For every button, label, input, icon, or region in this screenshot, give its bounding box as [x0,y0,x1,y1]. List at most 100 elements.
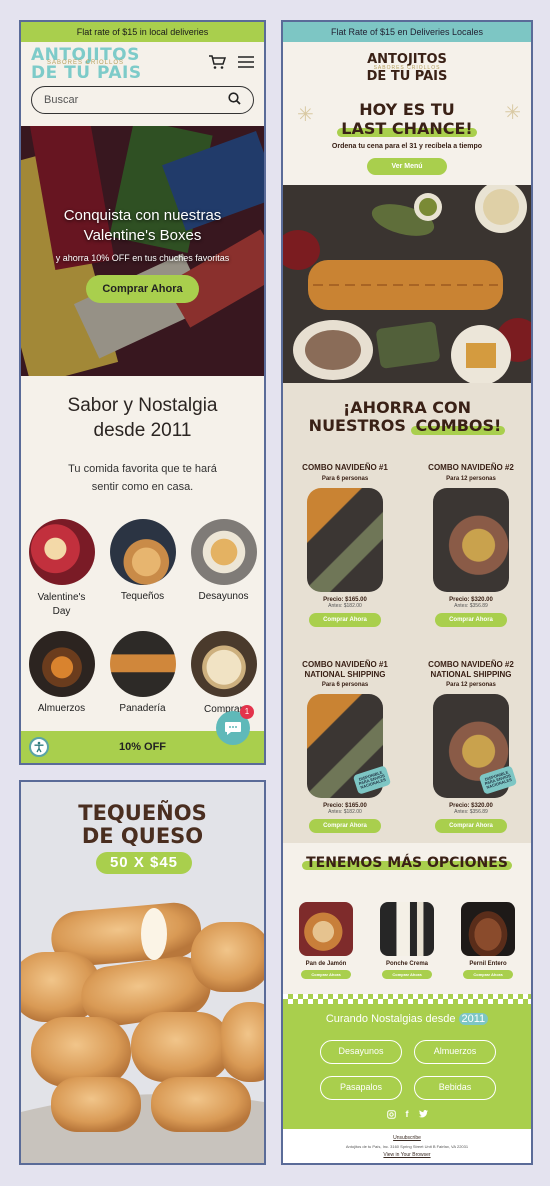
category-label: Almuerzos [37,703,86,714]
combo-people: Para 12 personas [446,682,496,689]
shipping-bar: Flat rate of $15 in local deliveries [21,22,264,42]
national-shipping-badge: DISPONIBLE PARA ENVIOS NACIONALES [352,765,392,795]
sparkle-icon: ✳ [504,102,521,124]
combo-image: DISPONIBLE PARA ENVIOS NACIONALES [307,694,392,799]
unsubscribe-link[interactable]: Unsubscribe [283,1135,531,1141]
cart-icon[interactable] [208,54,227,75]
tequenos-title-line2: DE QUESO [81,824,204,849]
category-image [190,631,257,697]
option-item: Pernil Entero Comprar Ahora [457,902,519,979]
sabor-sub-line2: sentir como en casa. [91,480,194,493]
tenemos-title: TENEMOS MÁS OPCIONES [302,855,512,871]
chat-badge: 1 [240,705,254,719]
category-tequenos[interactable]: Tequeños [102,519,183,619]
category-label: Panadería [119,703,166,714]
combo-antes: Antes: $182.00 [328,809,362,816]
email-newsletter-panel: Flat Rate of $15 en Deliveries Locales A… [281,20,533,1165]
category-image [109,631,176,697]
national-shipping-badge: DISPONIBLE PARA ENVIOS NACIONALES [478,765,518,795]
combo-antes: Antes: $356.89 [454,809,488,816]
combo-card: COMBO NAVIDEÑO #1 Para 6 personas Precio… [290,463,400,627]
category-almuerzos[interactable]: Almuerzos [21,631,102,731]
option-image [380,902,434,956]
checker-divider [283,994,531,1004]
option-name: Pernil Entero [469,961,507,967]
combo-card: COMBO NAVIDEÑO #1 NATIONAL SHIPPING Para… [290,660,400,834]
option-item: Pan de Jamón Comprar Ahora [295,902,357,979]
combo-card: COMBO NAVIDEÑO #2 Para 12 personas Preci… [416,463,526,627]
category-label: Valentine's Day [37,592,86,617]
search-input[interactable]: Buscar [31,86,254,114]
option-buy-button[interactable]: Comprar Ahora [463,970,513,979]
category-image [190,519,257,585]
view-in-browser-link[interactable]: View in Your Browser [283,1152,531,1158]
sabor-section: Sabor y Nostalgia desde 2011 Tu comida f… [21,394,264,497]
tenemos-section: TENEMOS MÁS OPCIONES [283,854,531,872]
combo-card: COMBO NAVIDEÑO #2 NATIONAL SHIPPING Para… [416,660,526,834]
nav-pill-bebidas[interactable]: Bebidas [414,1076,496,1100]
christmas-food-image [283,185,531,383]
ahorra-line2a: NUESTROS [308,416,412,436]
ver-menu-button[interactable]: Ver Menú [367,158,447,176]
ahorra-line1: ¡AHORRA CON [343,398,471,417]
accessibility-icon[interactable] [29,737,49,757]
tequenos-ad-panel: TEQUEÑOS DE QUESO 50 X $45 [19,780,266,1165]
category-valentines[interactable]: Valentine's Day [21,519,102,619]
combo-name-line2: NATIONAL SHIPPING [304,669,386,679]
category-panaderia[interactable]: Panadería [102,631,183,731]
combo-image: DISPONIBLE PARA ENVIOS NACIONALES [433,694,518,799]
combo-buy-button[interactable]: Comprar Ahora [435,612,507,627]
category-desayunos[interactable]: Desayunos [183,519,264,619]
company-address: Antojitos de tu País, Inc. 3160 Spring S… [345,1144,469,1149]
hamburger-menu-icon[interactable] [238,55,254,73]
combo-name: COMBO NAVIDEÑO #2 [428,660,514,669]
curando-year: 2011 [458,1013,489,1025]
sabor-sub-line1: Tu comida favorita que te hará [68,463,217,476]
mobile-homepage-panel: Flat rate of $15 in local deliveries ANT… [19,20,266,765]
nav-pill-almuerzos[interactable]: Almuerzos [414,1040,496,1064]
email-shipping-bar: Flat Rate of $15 en Deliveries Locales [283,22,531,42]
twitter-icon[interactable] [418,1110,428,1121]
sabor-title-line1: Sabor y Nostalgia [67,395,218,416]
combo-people: Para 12 personas [446,475,496,482]
mobile-header: ANTOJITOS SABORES CRIOLLOS DE TU PAIS [21,42,264,86]
combo-people: Para 6 personas [321,475,369,482]
category-image [28,631,95,697]
category-label: Tequeños [120,591,165,602]
combo-people: Para 6 personas [321,682,369,689]
option-image [461,902,515,956]
sabor-title-line2: desde 2011 [93,419,192,441]
search-placeholder: Buscar [44,94,79,106]
combo-buy-button[interactable]: Comprar Ahora [435,819,507,834]
option-name: Ponche Crema [385,961,428,967]
option-item: Ponche Crema Comprar Ahora [376,902,438,979]
email-logo[interactable]: ANTOJITOS SABORES CRIOLLOS DE TU PAIS [283,53,531,83]
curando-text: Curando Nostalgias desde [325,1013,459,1025]
option-buy-button[interactable]: Comprar Ahora [382,970,432,979]
option-name: Pan de Jamón [305,961,347,967]
nav-pill-pasapalos[interactable]: Pasapalos [320,1076,402,1100]
combo-buy-button[interactable]: Comprar Ahora [309,612,381,627]
ordena-text: Ordena tu cena para el 31 y recíbela a t… [331,143,483,151]
hero-banner[interactable]: Conquista con nuestras Valentine's Boxes… [21,126,264,376]
sparkle-icon: ✳ [297,104,314,126]
logo-line2: DE TU PAIS [31,63,142,84]
site-logo[interactable]: ANTOJITOS SABORES CRIOLLOS DE TU PAIS [31,46,142,84]
category-image [28,519,95,585]
facebook-icon[interactable]: f [406,1110,409,1121]
instagram-icon[interactable] [386,1110,396,1121]
hero-title-line1: Conquista con nuestras [63,207,222,224]
combo-image [307,487,383,592]
option-buy-button[interactable]: Comprar Ahora [301,970,351,979]
tequenos-title-line1: TEQUEÑOS [78,801,207,825]
combo-name: COMBO NAVIDEÑO #1 [302,660,388,669]
hero-subtitle: y ahorra 10% OFF en tus chuches favorita… [55,252,230,263]
nav-pill-desayunos[interactable]: Desayunos [320,1040,402,1064]
category-label: Desayunos [198,591,249,602]
hero-title-line2: Valentine's Boxes [83,227,202,245]
combo-antes: Antes: $356.89 [454,602,488,609]
combos-section: ¡AHORRA CON NUESTROS COMBOS! COMBO NAVID… [283,383,531,843]
combo-buy-button[interactable]: Comprar Ahora [309,819,381,834]
search-icon[interactable] [228,92,241,108]
hero-shop-button[interactable]: Comprar Ahora [86,274,199,303]
